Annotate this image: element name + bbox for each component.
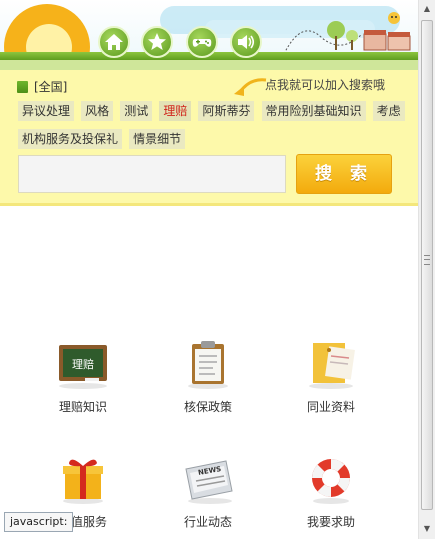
sound-tab[interactable] (230, 26, 262, 58)
tag-item[interactable]: 阿斯蒂芬 (198, 101, 255, 121)
arrow-icon (234, 78, 267, 96)
folder-icon (309, 343, 355, 389)
grid-label: 同业资料 (306, 400, 355, 414)
grip-icon (424, 255, 430, 265)
home-tab[interactable] (98, 26, 130, 58)
newspaper-icon: NEWS (185, 460, 233, 504)
tag-item[interactable]: 测试 (120, 101, 153, 121)
grid-item-claims[interactable]: 理赔 理赔知识 (38, 340, 128, 415)
grid-label: 行业动态 (183, 515, 232, 529)
games-tab[interactable] (186, 26, 218, 58)
gamepad-icon (192, 39, 212, 47)
vertical-scrollbar[interactable]: ▲ ▼ (418, 0, 435, 539)
gift-icon (63, 459, 103, 504)
speaker-icon (238, 35, 255, 49)
village-illustration (283, 12, 411, 55)
region-label: [全国] (34, 80, 68, 94)
scroll-down-button[interactable]: ▼ (419, 520, 435, 537)
search-panel: [全国] 点我就可以加入搜索哦 异议处理 风格 测试 理赔 阿斯蒂芬 常用险别基… (0, 60, 418, 206)
tag-item[interactable]: 常用险别基础知识 (261, 101, 366, 121)
home-icon (105, 34, 123, 50)
region-selector[interactable]: [全国] (17, 78, 67, 95)
tag-item-active[interactable]: 理赔 (159, 101, 192, 121)
grid-label: 我要求助 (306, 515, 355, 529)
clipboard-icon (188, 341, 228, 389)
grid-item-underwriting[interactable]: 核保政策 (163, 340, 253, 415)
tag-item[interactable]: 异议处理 (18, 101, 75, 121)
tag-item[interactable]: 情景细节 (129, 129, 186, 149)
tag-list: 异议处理 风格 测试 理赔 阿斯蒂芬 常用险别基础知识 考虑 机构服务及投保礼 … (18, 100, 410, 156)
grid-item-industry-news[interactable]: NEWS 行业动态 (163, 455, 253, 530)
grid-label: 核保政策 (183, 400, 232, 414)
search-button[interactable]: 搜 索 (296, 154, 392, 194)
tag-item[interactable]: 机构服务及投保礼 (18, 129, 123, 149)
tag-item[interactable]: 考虑 (372, 101, 405, 121)
grid-item-help[interactable]: 我要求助 (286, 455, 376, 530)
scroll-thumb[interactable] (421, 20, 433, 510)
grid-item-industry-docs[interactable]: 同业资料 (286, 340, 376, 415)
star-icon (148, 33, 166, 50)
region-icon (17, 80, 28, 93)
window-edge (435, 0, 441, 539)
tag-item[interactable]: 风格 (81, 101, 114, 121)
blackboard-icon: 理赔 (59, 345, 107, 389)
status-bar-link: javascript: (4, 512, 74, 532)
search-hint: 点我就可以加入搜索哦 (265, 78, 386, 92)
lifebuoy-icon (312, 459, 350, 504)
blackboard-text: 理赔 (72, 357, 94, 371)
app-header (0, 0, 418, 60)
grid-label: 理赔知识 (58, 400, 107, 414)
favorites-tab[interactable] (141, 26, 173, 58)
search-input[interactable] (18, 155, 286, 193)
scroll-up-button[interactable]: ▲ (419, 0, 435, 17)
